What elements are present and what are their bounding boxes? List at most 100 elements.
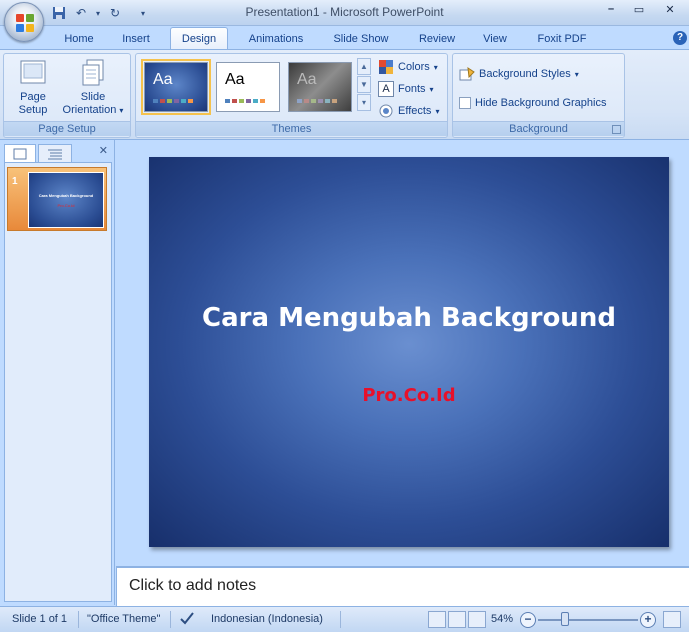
zoom-out-button[interactable]: − (520, 612, 536, 628)
theme-thumbnail-office[interactable]: Aa (141, 59, 211, 115)
window-title: Presentation1 - Microsoft PowerPoint (245, 5, 444, 19)
tab-home[interactable]: Home (56, 28, 102, 50)
office-button[interactable] (4, 2, 44, 42)
theme-thumbnail-white[interactable]: Aa (216, 62, 280, 112)
outline-tab[interactable] (38, 144, 72, 162)
zoom-slider-track[interactable] (538, 619, 638, 621)
colors-label: Colors (398, 61, 430, 73)
status-divider (78, 611, 79, 628)
checkbox-icon[interactable] (459, 97, 471, 109)
thumbnail-subtitle: Pro.Co.Id (57, 203, 75, 208)
group-themes: Aa Aa Aa ▲ ▼ ▾ Colors ▾ A Fonts ▾ Effect… (135, 53, 448, 138)
background-styles-icon (459, 66, 475, 82)
slide-orientation-label-2: Orientation ▾ (62, 104, 124, 116)
tab-review[interactable]: Review (410, 28, 464, 50)
group-background: Background Styles ▾ Hide Background Grap… (452, 53, 625, 138)
effects-icon (378, 103, 394, 119)
office-logo-icon (16, 14, 34, 32)
theme-aa-text: Aa (297, 71, 317, 88)
dropdown-arrow-icon: ▾ (435, 106, 440, 116)
colors-button[interactable]: Colors ▾ (378, 57, 438, 77)
fonts-label: Fonts (398, 83, 426, 95)
tab-insert[interactable]: Insert (112, 28, 160, 50)
language-indicator[interactable]: Indonesian (Indonesia) (211, 613, 323, 625)
slide-orientation-icon (78, 57, 108, 87)
background-styles-label: Background Styles (479, 68, 571, 80)
theme-aa-text: Aa (225, 71, 245, 88)
tab-foxit-pdf[interactable]: Foxit PDF (528, 28, 596, 50)
page-setup-label-1: Page (20, 91, 46, 103)
dropdown-arrow-icon: ▾ (429, 84, 434, 94)
slide-orientation-button[interactable]: Slide Orientation ▾ (58, 57, 128, 117)
tab-design[interactable]: Design (170, 27, 228, 51)
ribbon-tabs: Home Insert Design Animations Slide Show… (0, 26, 689, 51)
slide-canvas[interactable]: Cara Mengubah Background Pro.Co.Id (149, 157, 669, 547)
slides-list: 1 Cara Mengubah Background Pro.Co.Id (4, 162, 112, 602)
effects-button[interactable]: Effects ▾ (378, 101, 439, 121)
help-icon[interactable]: ? (673, 31, 687, 45)
notes-pane[interactable]: Click to add notes (116, 566, 689, 606)
slide-indicator: Slide 1 of 1 (12, 613, 68, 625)
slide-editing-area: Cara Mengubah Background Pro.Co.Id (116, 140, 689, 565)
slide-subtitle[interactable]: Pro.Co.Id (149, 385, 669, 406)
slide-sorter-view-button[interactable] (448, 611, 466, 628)
colors-icon (378, 59, 394, 75)
gallery-scroll-up-button[interactable]: ▲ (357, 58, 371, 75)
ribbon: Page Setup Slide Orientation ▾ Page Setu… (0, 49, 689, 140)
fit-to-window-button[interactable] (663, 611, 681, 628)
maximize-button[interactable]: ▭ (625, 0, 653, 18)
background-styles-button[interactable]: Background Styles ▾ (459, 64, 579, 84)
fonts-icon: A (378, 81, 394, 97)
slide-title[interactable]: Cara Mengubah Background (149, 303, 669, 333)
normal-view-button[interactable] (428, 611, 446, 628)
dropdown-arrow-icon: ▾ (433, 62, 438, 72)
pane-close-icon[interactable]: ✕ (99, 144, 108, 157)
gallery-more-button[interactable]: ▾ (357, 94, 371, 111)
tab-slide-show[interactable]: Slide Show (324, 28, 398, 50)
notes-placeholder: Click to add notes (129, 577, 257, 594)
theme-aa-text: Aa (153, 71, 173, 88)
group-label-page-setup: Page Setup (4, 121, 130, 136)
theme-gallery-scroll: ▲ ▼ ▾ (357, 58, 371, 112)
spell-check-icon[interactable] (178, 610, 196, 629)
slide-thumbnail[interactable]: 1 Cara Mengubah Background Pro.Co.Id (7, 167, 107, 231)
hide-background-graphics-checkbox[interactable]: Hide Background Graphics (459, 93, 606, 113)
status-bar: Slide 1 of 1 "Office Theme" Indonesian (… (0, 606, 689, 632)
tab-animations[interactable]: Animations (238, 28, 314, 50)
theme-name: "Office Theme" (87, 613, 161, 625)
close-button[interactable]: ✕ (653, 0, 687, 18)
title-bar: ↶ ▾ ↻ ▾ Presentation1 - Microsoft PowerP… (0, 0, 689, 26)
page-setup-label-2: Setup (18, 104, 48, 116)
theme-thumbnail-dark[interactable]: Aa (288, 62, 352, 112)
theme-color-bars (225, 99, 265, 103)
status-divider (170, 611, 171, 628)
page-setup-icon (18, 57, 48, 87)
page-setup-button[interactable]: Page Setup (8, 57, 58, 117)
slides-pane: ✕ 1 Cara Mengubah Background Pro.Co.Id (0, 140, 115, 605)
group-label-background: Background (453, 121, 624, 136)
minimize-button[interactable]: – (597, 0, 625, 18)
hide-background-graphics-label: Hide Background Graphics (475, 97, 607, 109)
fonts-button[interactable]: A Fonts ▾ (378, 79, 434, 99)
group-page-setup: Page Setup Slide Orientation ▾ Page Setu… (3, 53, 131, 138)
tab-view[interactable]: View (474, 28, 516, 50)
pane-tabs (4, 144, 111, 162)
slide-thumbnail-preview: Cara Mengubah Background Pro.Co.Id (28, 172, 104, 228)
effects-label: Effects (398, 105, 432, 117)
theme-color-bars (297, 99, 337, 103)
slide-show-view-button[interactable] (468, 611, 486, 628)
zoom-level[interactable]: 54% (491, 613, 513, 625)
slide-number: 1 (12, 176, 18, 187)
slides-tab[interactable] (4, 144, 36, 162)
thumbnail-title: Cara Mengubah Background (38, 193, 94, 198)
zoom-slider-thumb[interactable] (561, 612, 569, 626)
group-label-themes: Themes (136, 121, 447, 136)
slide-orientation-label-1: Slide (80, 91, 106, 103)
dropdown-arrow-icon: ▾ (119, 106, 124, 115)
gallery-scroll-down-button[interactable]: ▼ (357, 76, 371, 93)
background-dialog-launcher-icon[interactable] (612, 125, 621, 134)
zoom-in-button[interactable]: + (640, 612, 656, 628)
window-controls: – ▭ ✕ (597, 0, 687, 18)
dropdown-arrow-icon: ▾ (574, 69, 579, 79)
status-divider (340, 611, 341, 628)
